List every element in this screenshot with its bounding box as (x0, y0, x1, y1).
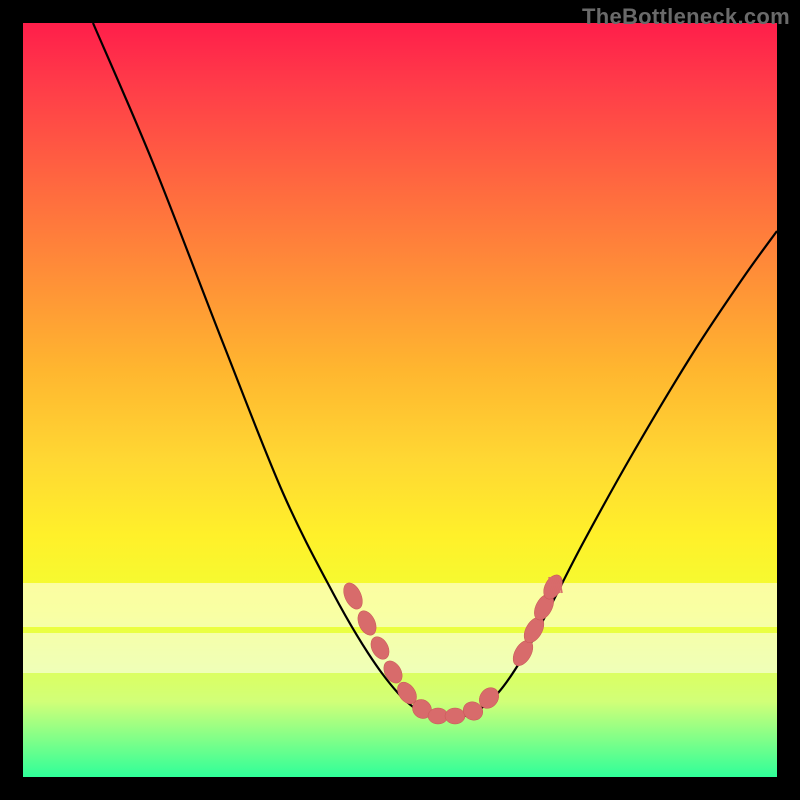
curve-marker (340, 580, 366, 612)
chart-plot-area (23, 23, 777, 777)
curve-markers (340, 572, 566, 724)
curve-layer (23, 23, 777, 777)
curve-marker (445, 708, 465, 724)
bottleneck-curve (93, 23, 777, 717)
curve-marker (354, 608, 379, 638)
watermark-text: TheBottleneck.com (582, 4, 790, 30)
